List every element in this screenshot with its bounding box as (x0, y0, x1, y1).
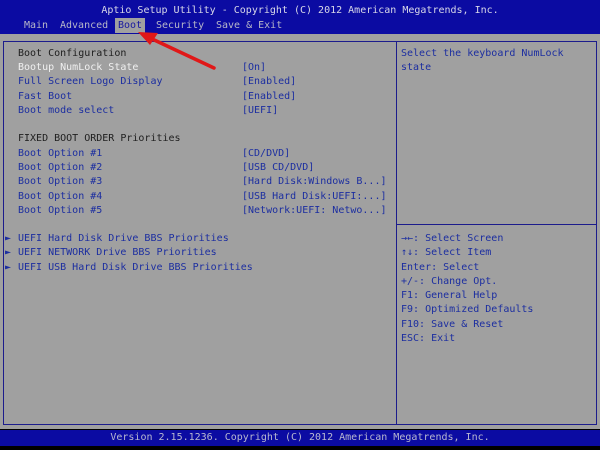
red-arrow-annotation (138, 32, 216, 70)
